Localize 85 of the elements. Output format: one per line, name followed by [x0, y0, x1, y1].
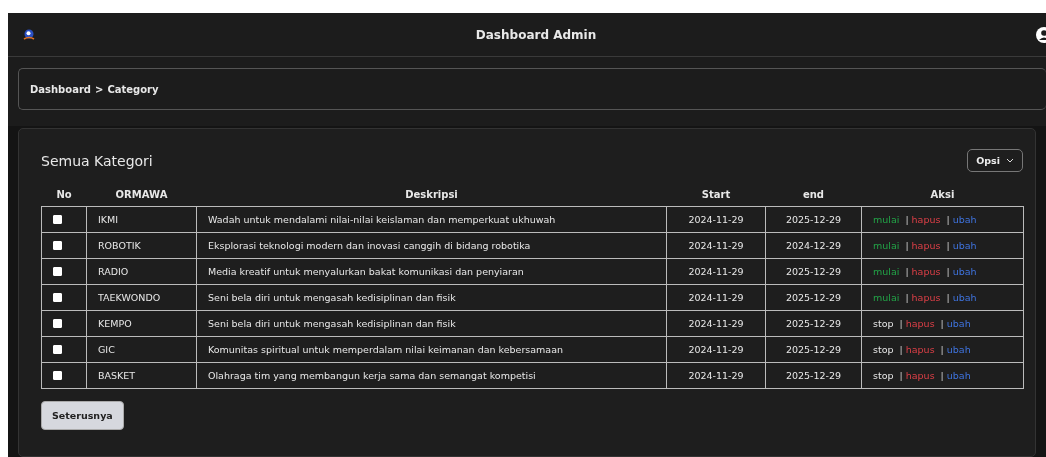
delete-link[interactable]: hapus: [905, 344, 935, 355]
separator-text: |: [940, 318, 944, 329]
edit-link[interactable]: ubah: [952, 240, 977, 251]
row-checkbox[interactable]: [53, 293, 62, 302]
table-cell: IKMI: [98, 214, 119, 225]
table-cell: Eksplorasi teknologi modern dan inovasi canggih di bidang robotika: [208, 240, 531, 251]
table-cell: 2024-11-29: [688, 344, 744, 355]
table-cell: 2025-12-29: [785, 344, 842, 355]
card-title: Semua Kategori: [41, 152, 153, 169]
column-header: No: [56, 188, 72, 200]
table-cell: 2025-12-29: [785, 266, 842, 277]
options-button[interactable]: Opsi: [967, 149, 1023, 172]
table-cell: 2025-12-29: [785, 318, 842, 329]
table-cell: TAEKWONDO: [98, 292, 161, 303]
separator-text: |: [905, 240, 909, 251]
column-header: Deskripsi: [405, 188, 458, 200]
table-cell: 2024-11-29: [688, 214, 744, 225]
edit-link[interactable]: ubah: [952, 214, 977, 225]
table-cell: BASKET: [98, 370, 136, 381]
column-header: ORMAWA: [115, 188, 168, 200]
breadcrumb-item[interactable]: Dashboard: [30, 83, 91, 95]
next-button[interactable]: Seterusnya: [41, 401, 124, 430]
separator-text: |: [946, 266, 950, 277]
breadcrumb-item[interactable]: Category: [107, 83, 159, 95]
column-header: end: [802, 188, 825, 200]
edit-link[interactable]: ubah: [946, 318, 971, 329]
edit-link[interactable]: ubah: [952, 292, 977, 303]
edit-link[interactable]: ubah: [946, 370, 971, 381]
table-cell: 2024-11-29: [688, 370, 744, 381]
separator-text: |: [905, 292, 909, 303]
separator-text: |: [946, 292, 950, 303]
table-cell: KEMPO: [98, 318, 132, 329]
caret-icon: [1006, 158, 1014, 163]
delete-link[interactable]: hapus: [911, 266, 941, 277]
table-cell: 2024-11-29: [688, 240, 744, 251]
separator-text: |: [940, 370, 944, 381]
table-cell: Komunitas spiritual untuk memperdalam nilai keimanan dan kebersamaan: [208, 344, 564, 355]
edit-link[interactable]: ubah: [946, 344, 971, 355]
table-cell: Seni bela diri untuk mengasah kedisiplinan dan fisik: [208, 318, 456, 329]
table-cell: 2025-12-29: [785, 292, 842, 303]
row-checkbox[interactable]: [53, 319, 62, 328]
table-cell: 2025-12-29: [785, 370, 842, 381]
stop-link[interactable]: stop: [873, 344, 894, 355]
separator-text: |: [899, 318, 903, 329]
table-cell: RADIO: [98, 266, 129, 277]
table-cell: ROBOTIK: [98, 240, 141, 251]
breadcrumb-item[interactable]: >: [95, 83, 104, 95]
delete-link[interactable]: hapus: [905, 318, 935, 329]
delete-link[interactable]: hapus: [911, 214, 941, 225]
table-cell: 2024-11-29: [688, 318, 744, 329]
edit-link[interactable]: ubah: [952, 266, 977, 277]
row-checkbox[interactable]: [53, 267, 62, 276]
stop-link[interactable]: stop: [873, 370, 894, 381]
row-checkbox[interactable]: [53, 241, 62, 250]
delete-link[interactable]: hapus: [911, 240, 941, 251]
delete-link[interactable]: hapus: [911, 292, 941, 303]
start-link[interactable]: mulai: [873, 266, 900, 277]
logo-icon: [22, 27, 36, 42]
table-cell: 2024-11-29: [688, 292, 744, 303]
table-cell: Wadah untuk mendalami nilai-nilai keislaman dan memperkuat ukhuwah: [208, 214, 556, 225]
table-cell: Seni bela diri untuk mengasah kedisiplinan dan fisik: [208, 292, 456, 303]
separator-text: |: [905, 266, 909, 277]
table-cell: Olahraga tim yang membangun kerja sama dan semangat kompetisi: [208, 370, 536, 381]
separator-text: |: [899, 344, 903, 355]
table-cell: 2024-12-29: [785, 240, 842, 251]
start-link[interactable]: mulai: [873, 240, 900, 251]
separator-text: |: [946, 240, 950, 251]
row-checkbox[interactable]: [53, 215, 62, 224]
column-header: Start: [701, 188, 731, 200]
delete-link[interactable]: hapus: [905, 370, 935, 381]
table-cell: 2025-12-29: [785, 214, 842, 225]
start-link[interactable]: mulai: [873, 214, 900, 225]
header-title: Dashboard Admin: [475, 27, 597, 42]
separator-text: |: [946, 214, 950, 225]
stop-link[interactable]: stop: [873, 318, 894, 329]
table-cell: GIC: [98, 344, 115, 355]
row-checkbox[interactable]: [53, 345, 62, 354]
column-header: Aksi: [930, 188, 955, 200]
start-link[interactable]: mulai: [873, 292, 900, 303]
separator-text: |: [940, 344, 944, 355]
separator-text: |: [899, 370, 903, 381]
table-cell: Media kreatif untuk menyalurkan bakat komunikasi dan penyiaran: [208, 266, 524, 277]
separator-text: |: [905, 214, 909, 225]
table-cell: 2024-11-29: [688, 266, 744, 277]
row-checkbox[interactable]: [53, 371, 62, 380]
